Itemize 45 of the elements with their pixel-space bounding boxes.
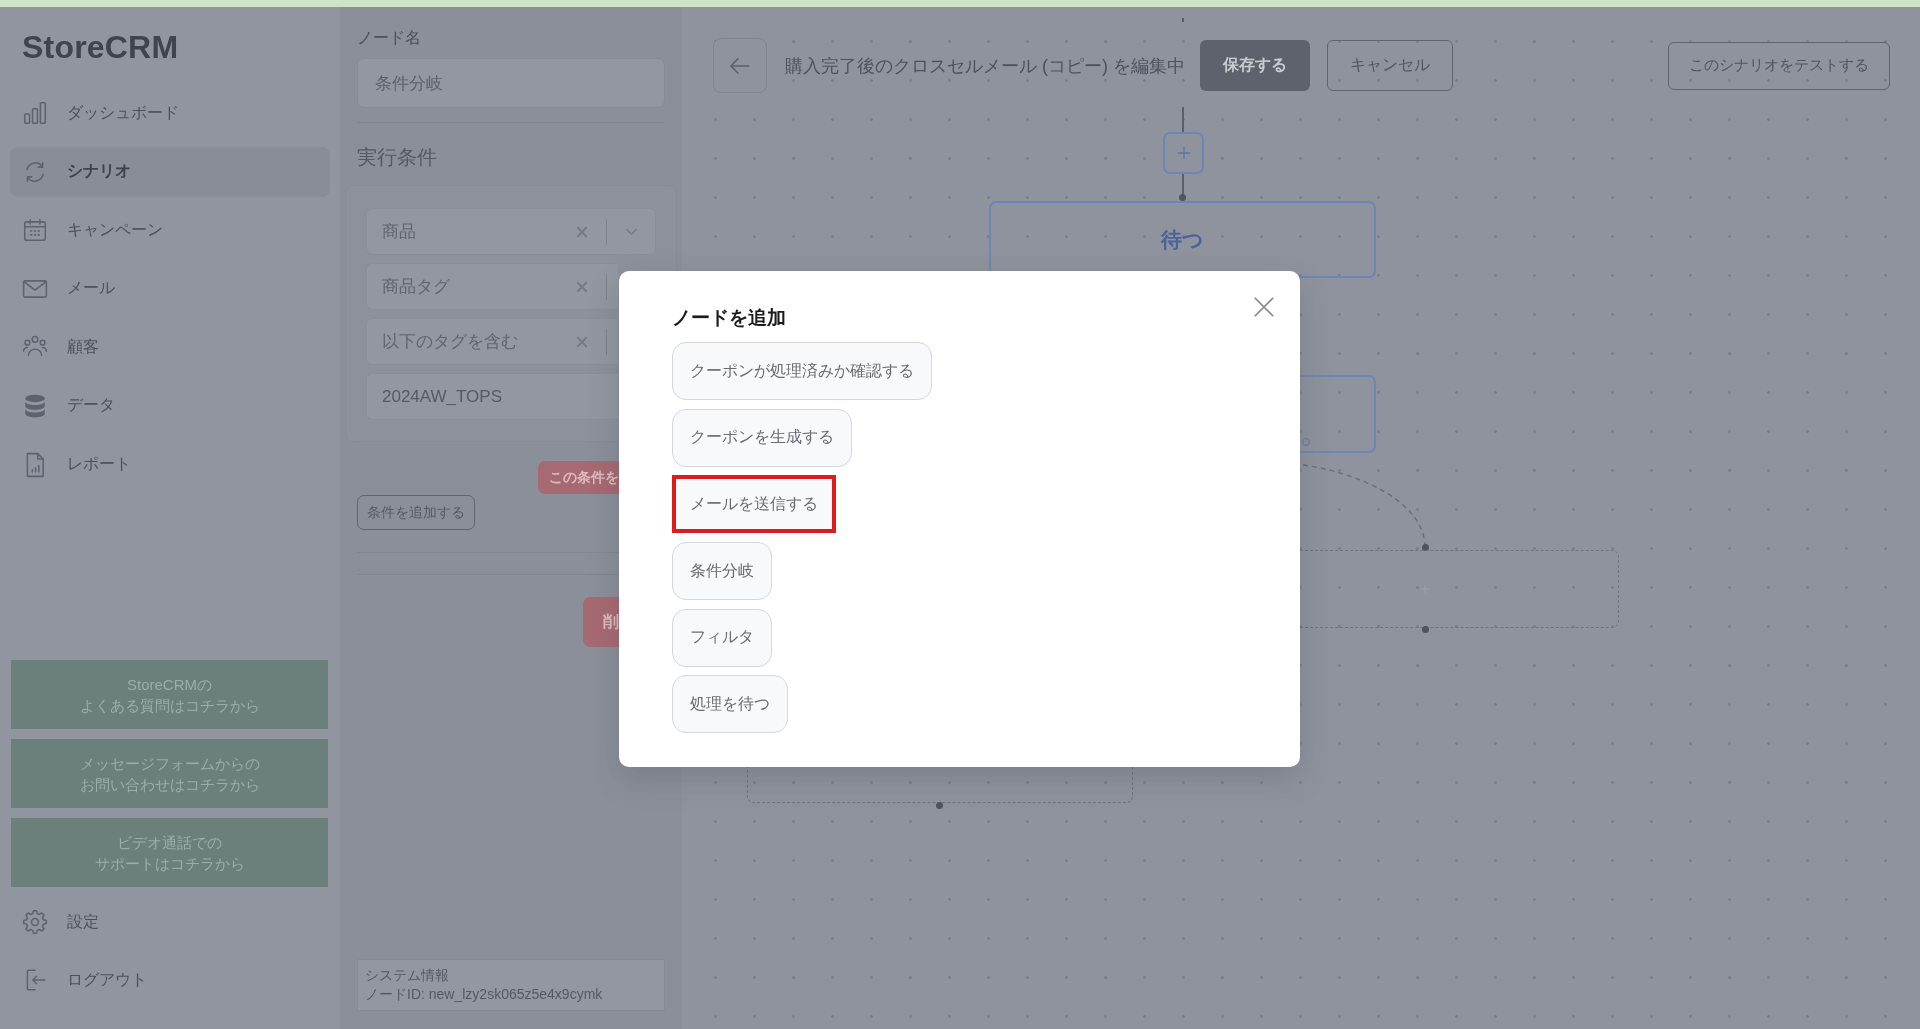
editor-title: 購入完了後のクロスセルメール (コピー) を編集中 — [785, 54, 1185, 78]
delete-button[interactable]: 削 — [583, 597, 619, 647]
remove-condition-button[interactable]: この条件を — [538, 461, 619, 494]
connector-dot — [1422, 626, 1429, 633]
close-button[interactable] — [1253, 296, 1275, 318]
connector-dot — [1422, 544, 1429, 551]
clear-icon[interactable] — [575, 279, 589, 294]
info-title: システム情報 — [365, 966, 449, 985]
node-type-option[interactable]: 条件分岐 — [672, 542, 772, 601]
back-button[interactable] — [713, 38, 767, 93]
node-type-option[interactable]: クーポンが処理済みか確認する — [672, 342, 932, 400]
modal-title: ノードを追加 — [672, 306, 786, 330]
clear-icon[interactable] — [575, 224, 589, 239]
connector-dot — [936, 802, 943, 809]
sidebar-item[interactable]: キャンペーン — [10, 205, 330, 256]
node-type-option[interactable]: クーポンを生成する — [672, 408, 852, 467]
node-id-text: ノードID: new_lzy2sk065z5e4x9cymk — [365, 985, 603, 1004]
sidebar-item[interactable]: 設定 — [10, 897, 330, 947]
cancel-button[interactable]: キャンセル — [1327, 40, 1453, 91]
connector-dot — [1179, 194, 1186, 201]
sidebar-item[interactable]: 顧客 — [10, 322, 330, 373]
tag-field[interactable]: 2024AW_TOPS — [366, 373, 618, 420]
sidebar-item[interactable]: データ — [10, 380, 330, 431]
app-logo[interactable]: StoreCRM — [22, 31, 179, 63]
field-label: ノード名 — [357, 28, 421, 48]
connector-line — [1182, 107, 1184, 132]
database-icon — [22, 392, 48, 419]
bar-chart-icon — [22, 100, 48, 126]
sidebar-item[interactable]: シナリオ — [10, 146, 330, 197]
node-type-option[interactable]: 処理を待つ — [672, 675, 788, 734]
sidebar-item[interactable]: メール — [10, 263, 330, 314]
sidebar-item[interactable]: レポート — [10, 439, 330, 490]
calendar-icon — [22, 217, 48, 244]
sidebar-item[interactable]: ダッシュボード — [10, 88, 330, 138]
clear-icon[interactable] — [575, 334, 589, 349]
node-type-option[interactable]: フィルタ — [672, 608, 772, 667]
node-type-option[interactable]: メールを送信する — [672, 475, 836, 534]
plus-icon — [1420, 584, 1430, 594]
close-icon — [1253, 296, 1275, 318]
settings-icon — [22, 909, 48, 935]
save-button[interactable]: 保存する — [1200, 40, 1310, 91]
add-node-button[interactable] — [1163, 132, 1204, 174]
connector-line — [1182, 174, 1184, 196]
sidebar-item[interactable]: ログアウト — [10, 955, 330, 1005]
test-scenario-button[interactable]: このシナリオをテストする — [1668, 41, 1890, 90]
